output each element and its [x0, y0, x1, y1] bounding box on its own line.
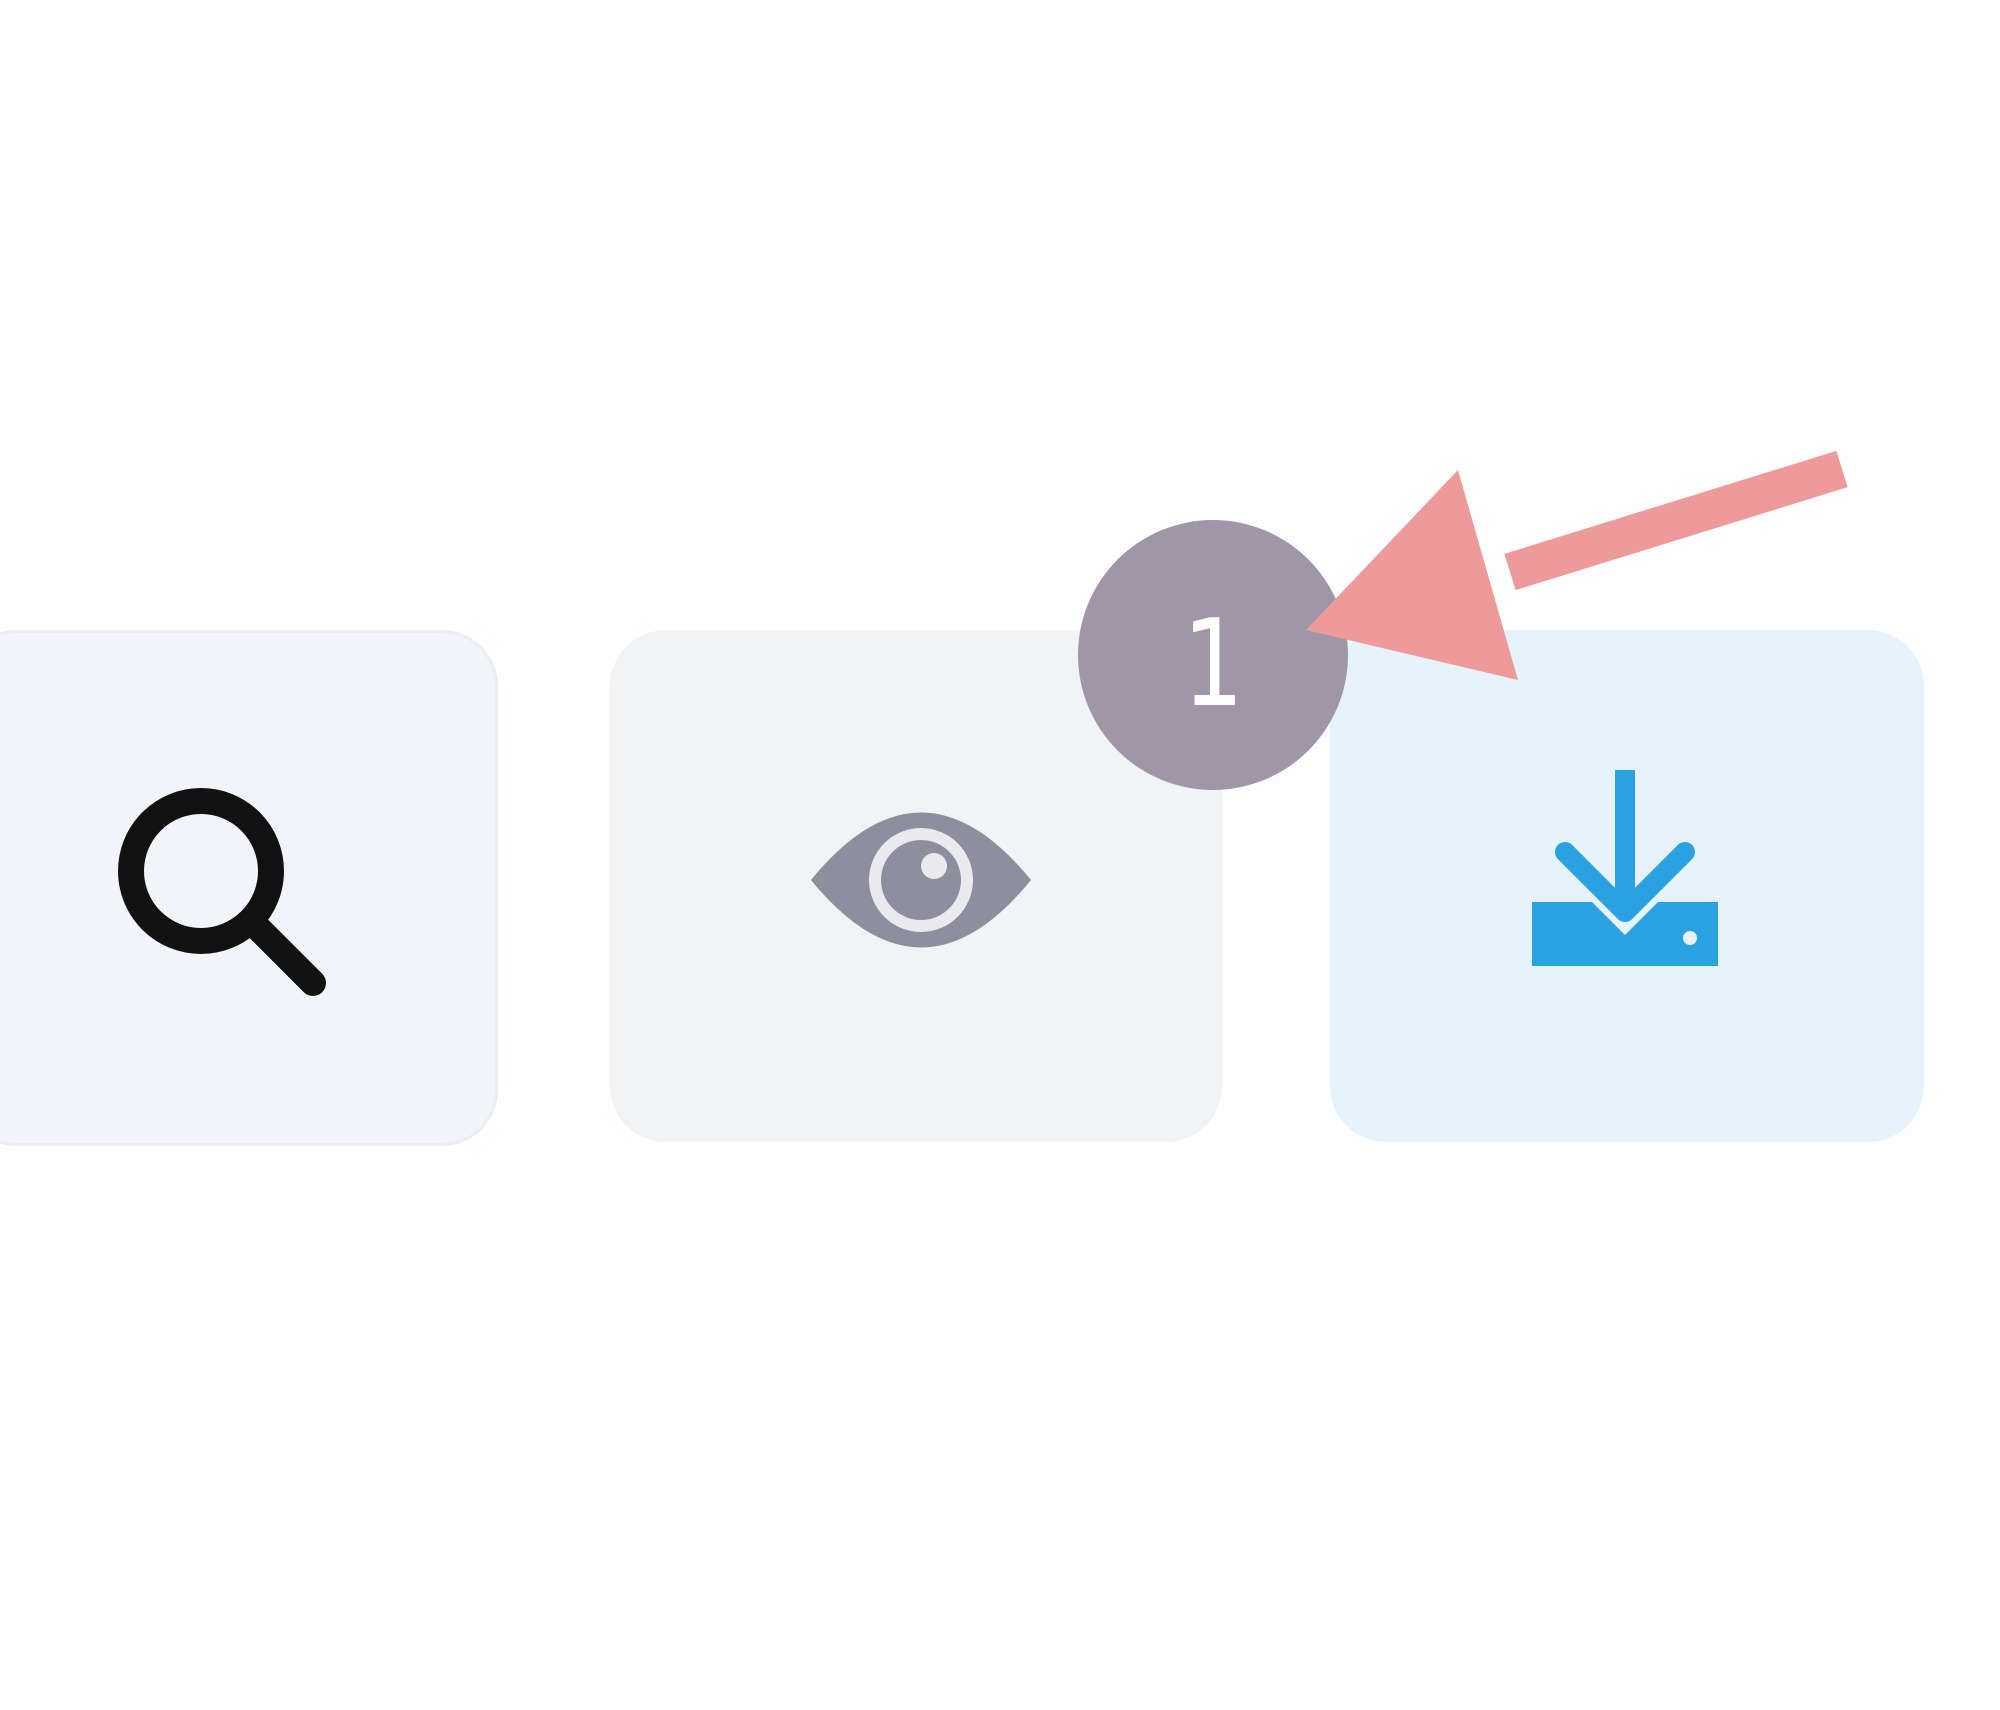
- eye-icon: [811, 812, 1031, 948]
- search-button[interactable]: [0, 630, 498, 1146]
- step-badge: 1: [1078, 520, 1348, 790]
- step-number: 1: [1182, 595, 1244, 734]
- search-icon: [118, 788, 326, 996]
- toolbar-stage: 1: [0, 0, 2000, 1710]
- download-button[interactable]: [1330, 630, 1924, 1142]
- download-icon: [1532, 770, 1718, 966]
